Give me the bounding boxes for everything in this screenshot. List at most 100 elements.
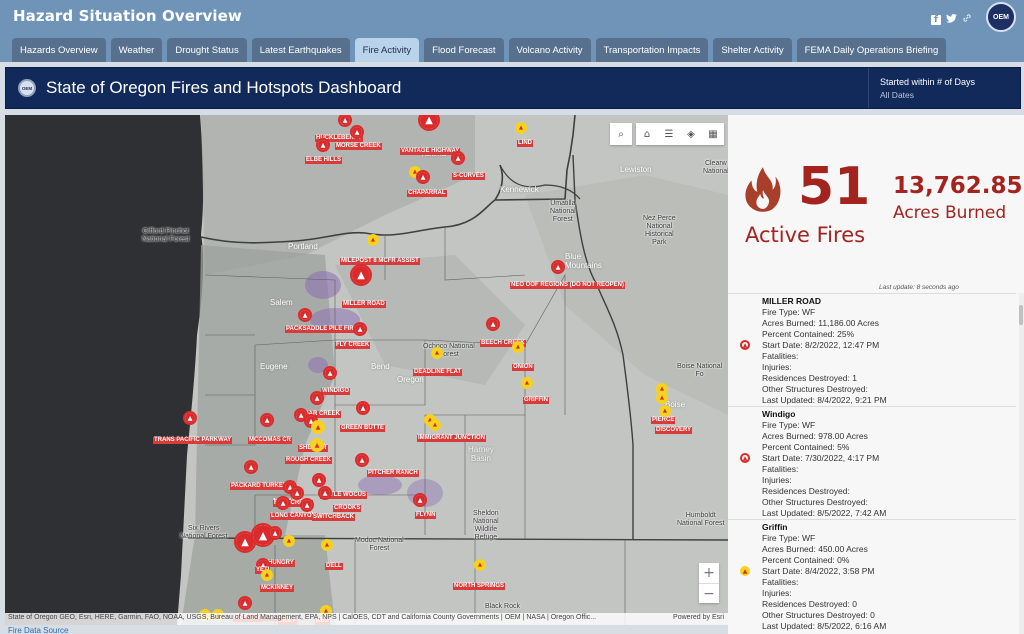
fire-list-item[interactable]: ▲ MILLER ROAD Fire Type: WF Acres Burned…: [728, 293, 1016, 406]
map-search-tool[interactable]: ⌕: [610, 123, 632, 145]
tab-weather[interactable]: Weather: [110, 38, 163, 62]
fire-marker[interactable]: ▲: [276, 496, 290, 510]
acres-burned-label: Acres Burned: [893, 203, 1007, 223]
fire-marker[interactable]: ▲: [367, 234, 379, 246]
fire-list-scrollbar[interactable]: [1019, 293, 1024, 634]
flame-icon: ▲: [420, 115, 438, 129]
basemap-gallery-icon[interactable]: ▦: [702, 123, 724, 145]
fire-map[interactable]: Gifford Pinchot National Forest Umatilla N…: [5, 115, 728, 625]
fire-marker[interactable]: ▲: [355, 453, 369, 467]
fire-marker[interactable]: ▲: [300, 498, 314, 512]
date-filter-value[interactable]: All Dates: [880, 90, 1021, 100]
fire-marker[interactable]: ▲: [350, 264, 372, 286]
fire-label: MCKINNEY: [260, 585, 295, 592]
place-label: Harney Basin: [468, 445, 494, 463]
tab-flood-forecast[interactable]: Flood Forecast: [424, 38, 504, 62]
fire-marker[interactable]: ▲: [521, 377, 533, 389]
fire-marker[interactable]: ▲: [310, 438, 324, 452]
layers-icon[interactable]: ◈: [680, 123, 702, 145]
fire-marker[interactable]: ▲: [486, 317, 500, 331]
facebook-icon[interactable]: f: [931, 14, 941, 25]
fire-marker[interactable]: ▲: [316, 138, 330, 152]
tab-fire-activity[interactable]: Fire Activity: [354, 38, 420, 62]
fire-marker[interactable]: ▲: [283, 535, 295, 547]
fire-marker[interactable]: ▲: [238, 596, 252, 610]
flame-icon: ▲: [313, 422, 323, 432]
fire-marker[interactable]: ▲: [321, 539, 333, 551]
fire-name: Windigo: [762, 409, 796, 419]
fire-label: FLY CREEK: [335, 342, 371, 349]
powered-by-esri[interactable]: Powered by Esri: [673, 614, 724, 621]
fire-label: PACKARD TURKEY: [230, 483, 288, 490]
fire-label: DISCOVERY: [655, 427, 693, 434]
flame-icon: ▲: [453, 153, 463, 163]
fire-marker[interactable]: ▲: [183, 411, 197, 425]
fire-marker[interactable]: ▲: [244, 460, 258, 474]
fire-marker[interactable]: ▲: [310, 391, 324, 405]
fire-list: ▲ MILLER ROAD Fire Type: WF Acres Burned…: [728, 293, 1016, 632]
tab-volcano-activity[interactable]: Volcano Activity: [508, 38, 591, 62]
fire-marker[interactable]: ▲: [261, 569, 273, 581]
tab-hazards-overview[interactable]: Hazards Overview: [12, 38, 106, 62]
fire-marker[interactable]: ▲: [290, 486, 304, 500]
fire-marker[interactable]: ▲: [323, 366, 337, 380]
fire-detail: Injuries:: [762, 588, 792, 598]
fire-marker[interactable]: ▲: [474, 559, 486, 571]
fire-detail: Injuries:: [762, 475, 792, 485]
fire-marker[interactable]: ▲: [318, 486, 332, 500]
oem-logo-text: OEM: [993, 13, 1009, 21]
fire-label: GREEN BUTTE: [340, 425, 386, 432]
tab-fema-daily-operations-briefing[interactable]: FEMA Daily Operations Briefing: [796, 38, 947, 62]
flame-icon: ▲: [415, 495, 425, 505]
fire-label: FLYNN: [415, 512, 437, 519]
fire-label: SWITCHBACK: [312, 514, 355, 521]
fire-marker[interactable]: ▲: [512, 341, 524, 353]
fire-marker[interactable]: ▲: [659, 405, 671, 417]
date-filter[interactable]: Started within # of Days All Dates: [868, 68, 1021, 108]
fire-label: LONG CANYON: [270, 513, 317, 520]
place-label: Blue Mountains: [565, 252, 602, 270]
fire-marker[interactable]: ▲: [353, 322, 367, 336]
tab-shelter-activity[interactable]: Shelter Activity: [713, 38, 792, 62]
fire-list-item[interactable]: ▲ Windigo Fire Type: WF Acres Burned: 97…: [728, 406, 1016, 519]
link-icon[interactable]: [962, 13, 972, 26]
fire-marker[interactable]: ▲: [268, 526, 282, 540]
fire-marker[interactable]: ▲: [413, 493, 427, 507]
fire-marker[interactable]: ▲: [429, 419, 441, 431]
twitter-icon[interactable]: [946, 13, 957, 26]
fire-marker[interactable]: ▲: [551, 260, 565, 274]
fire-marker[interactable]: ▲: [515, 122, 527, 134]
legend-icon[interactable]: ☰: [658, 123, 680, 145]
fire-list-item[interactable]: ▲ Griffin Fire Type: WF Acres Burned: 45…: [728, 519, 1016, 632]
home-icon[interactable]: ⌂: [636, 123, 658, 145]
flame-icon: ▲: [312, 440, 322, 450]
fire-marker[interactable]: ▲: [350, 125, 364, 139]
flame-icon: ▲: [302, 500, 312, 510]
flame-icon: [745, 167, 781, 212]
fire-marker[interactable]: ▲: [416, 170, 430, 184]
fire-marker[interactable]: ▲: [298, 308, 312, 322]
fire-marker[interactable]: ▲: [431, 347, 443, 359]
oem-logo[interactable]: OEM: [986, 2, 1016, 32]
tab-latest-earthquakes[interactable]: Latest Earthquakes: [251, 38, 350, 62]
flame-icon: ▲: [263, 571, 271, 579]
flame-icon: ▲: [514, 343, 522, 351]
scrollbar-thumb[interactable]: [1019, 305, 1023, 325]
fire-marker[interactable]: ▲: [312, 473, 326, 487]
fire-label: MILLER ROAD: [342, 301, 386, 308]
tab-transportation-impacts[interactable]: Transportation Impacts: [595, 38, 709, 62]
fire-marker[interactable]: ▲: [356, 401, 370, 415]
fire-label: ELBE HILLS: [305, 157, 343, 164]
zoom-out-button[interactable]: −: [699, 583, 719, 603]
fire-data-source-link[interactable]: Fire Data Source: [8, 626, 68, 634]
fire-label: HUNGRY: [267, 560, 295, 567]
fire-marker[interactable]: ▲: [260, 413, 274, 427]
fire-marker[interactable]: ▲: [451, 151, 465, 165]
search-icon[interactable]: ⌕: [610, 123, 632, 145]
tab-drought-status[interactable]: Drought Status: [167, 38, 247, 62]
zoom-in-button[interactable]: +: [699, 563, 719, 583]
flame-icon: ▲: [285, 537, 293, 545]
fire-marker[interactable]: ▲: [311, 420, 325, 434]
social-links: f: [931, 13, 972, 26]
fire-marker[interactable]: ▲: [656, 392, 668, 404]
